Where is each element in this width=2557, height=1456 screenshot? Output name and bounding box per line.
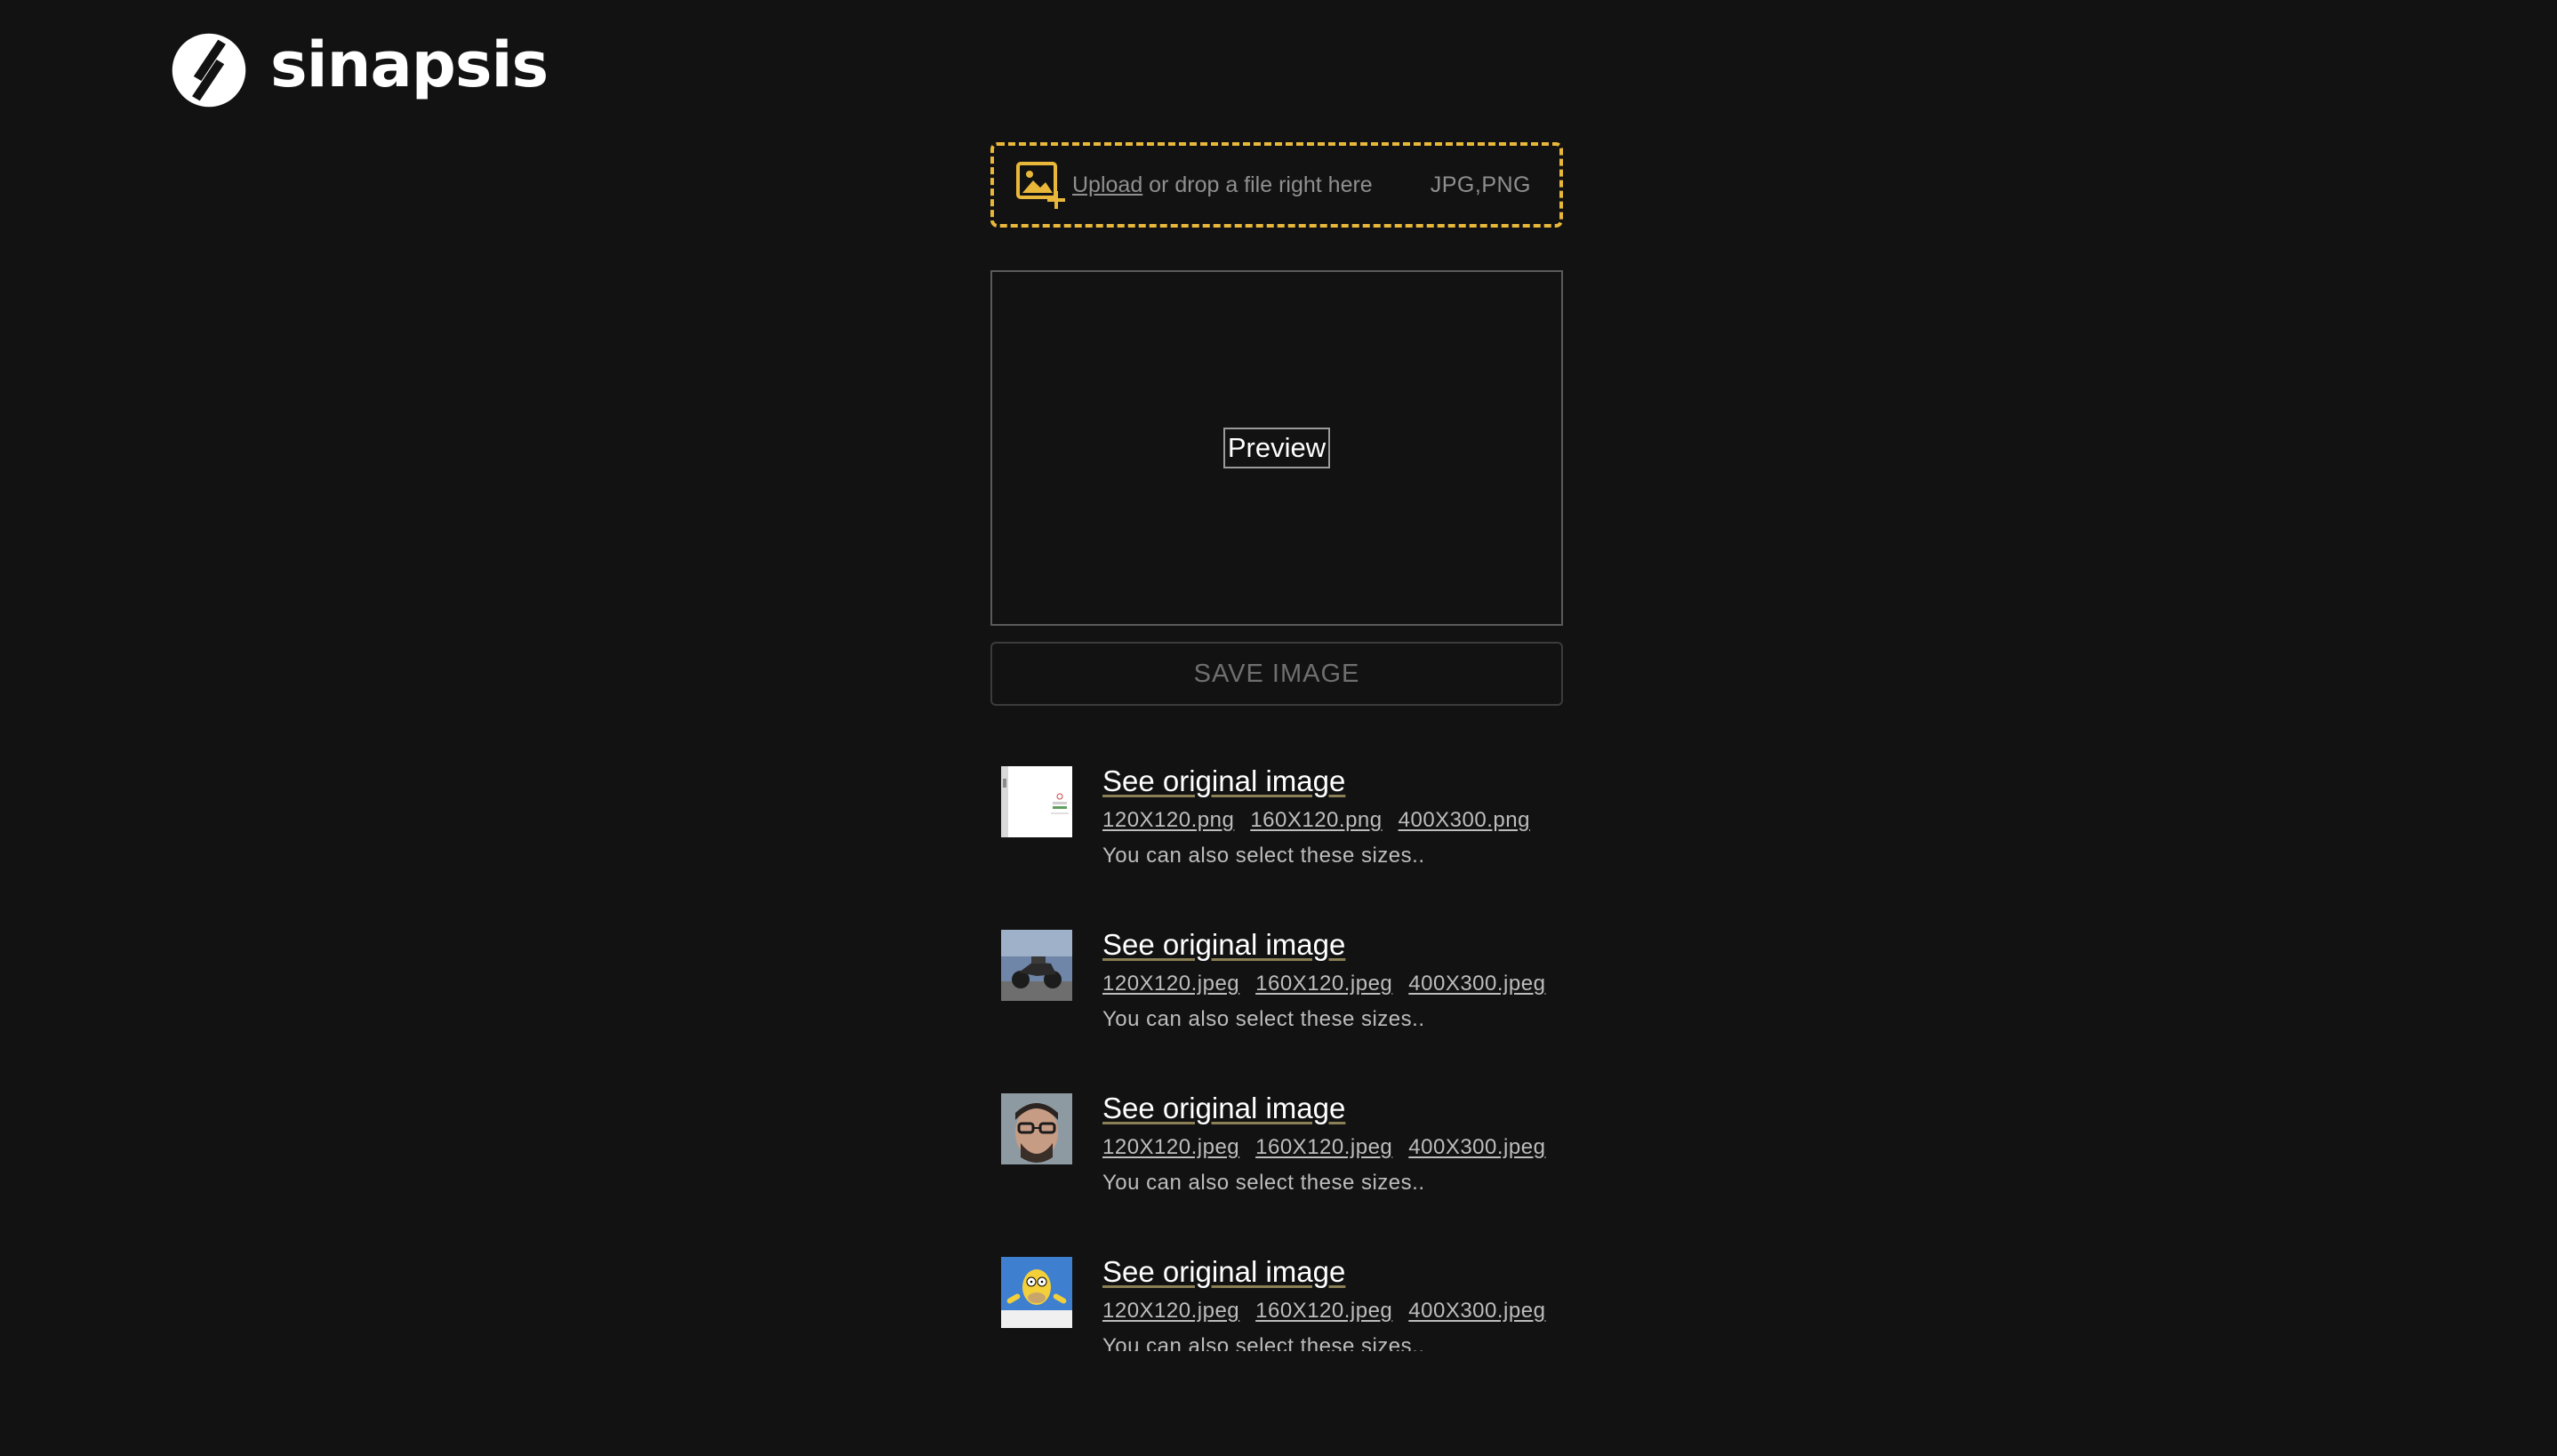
main-column: Upload or drop a file right here JPG,PNG… <box>990 142 1563 1351</box>
list-item: See original image 120X120.png 160X120.p… <box>990 764 1563 928</box>
page: sinapsis Upload or drop a file right her… <box>0 0 2557 1456</box>
size-links: 120X120.jpeg 160X120.jpeg 400X300.jpeg <box>1102 1299 1545 1324</box>
brand-name: sinapsis <box>270 28 549 101</box>
upload-dropzone[interactable]: Upload or drop a file right here JPG,PNG <box>990 142 1563 228</box>
upload-link[interactable]: Upload <box>1072 172 1142 197</box>
list-item: See original image 120X120.jpeg 160X120.… <box>990 1255 1563 1351</box>
image-thumbnail[interactable] <box>1001 1093 1072 1164</box>
size-link-400x300[interactable]: 400X300.jpeg <box>1408 1299 1545 1324</box>
size-link-160x120[interactable]: 160X120.jpeg <box>1255 1135 1392 1160</box>
preview-label: Preview <box>1222 428 1331 468</box>
sizes-note: You can also select these sizes.. <box>1102 1171 1425 1195</box>
size-link-400x300[interactable]: 400X300.jpeg <box>1408 1135 1545 1160</box>
sizes-note: You can also select these sizes.. <box>1102 1007 1425 1031</box>
sizes-note: You can also select these sizes.. <box>1102 844 1425 868</box>
see-original-link[interactable]: See original image <box>1102 1257 1345 1286</box>
see-original-link[interactable]: See original image <box>1102 766 1345 796</box>
size-link-160x120[interactable]: 160X120.png <box>1250 808 1382 833</box>
image-details: See original image 120X120.jpeg 160X120.… <box>1102 1092 1545 1255</box>
image-thumbnail[interactable] <box>1001 930 1072 1001</box>
size-links: 120X120.jpeg 160X120.jpeg 400X300.jpeg <box>1102 972 1545 996</box>
accepted-formats: JPG,PNG <box>1430 172 1531 197</box>
save-image-button[interactable]: SAVE IMAGE <box>990 642 1563 706</box>
see-original-link[interactable]: See original image <box>1102 930 1345 959</box>
list-item: See original image 120X120.jpeg 160X120.… <box>990 1092 1563 1255</box>
size-link-400x300[interactable]: 400X300.png <box>1399 808 1530 833</box>
sizes-note: You can also select these sizes.. <box>1102 1334 1425 1351</box>
document-screenshot-thumbnail <box>1001 766 1072 837</box>
size-links: 120X120.jpeg 160X120.jpeg 400X300.jpeg <box>1102 1135 1545 1160</box>
size-link-160x120[interactable]: 160X120.jpeg <box>1255 1299 1392 1324</box>
add-image-icon <box>1016 162 1065 209</box>
size-link-160x120[interactable]: 160X120.jpeg <box>1255 972 1392 996</box>
image-thumbnail[interactable] <box>1001 766 1072 837</box>
size-link-120x120[interactable]: 120X120.png <box>1102 808 1234 833</box>
size-link-120x120[interactable]: 120X120.jpeg <box>1102 1299 1239 1324</box>
man-with-glasses-thumbnail <box>1001 1093 1072 1164</box>
preview-area: Preview <box>990 270 1563 626</box>
sinapsis-logo-icon <box>172 33 246 108</box>
size-link-120x120[interactable]: 120X120.jpeg <box>1102 972 1239 996</box>
list-item: See original image 120X120.jpeg 160X120.… <box>990 928 1563 1092</box>
brand-logo[interactable]: sinapsis <box>171 28 549 110</box>
image-details: See original image 120X120.png 160X120.p… <box>1102 764 1530 928</box>
size-link-120x120[interactable]: 120X120.jpeg <box>1102 1135 1239 1160</box>
image-list: See original image 120X120.png 160X120.p… <box>990 764 1563 1351</box>
size-link-400x300[interactable]: 400X300.jpeg <box>1408 972 1545 996</box>
see-original-link[interactable]: See original image <box>1102 1093 1345 1123</box>
image-details: See original image 120X120.jpeg 160X120.… <box>1102 928 1545 1092</box>
motorcycle-thumbnail <box>1001 930 1072 1001</box>
image-thumbnail[interactable] <box>1001 1257 1072 1328</box>
image-details: See original image 120X120.jpeg 160X120.… <box>1102 1255 1545 1351</box>
size-links: 120X120.png 160X120.png 400X300.png <box>1102 808 1530 833</box>
drop-instructions: Upload or drop a file right here <box>1072 172 1373 198</box>
drop-text: or drop a file right here <box>1142 172 1373 197</box>
cartoon-character-thumbnail <box>1001 1257 1072 1328</box>
